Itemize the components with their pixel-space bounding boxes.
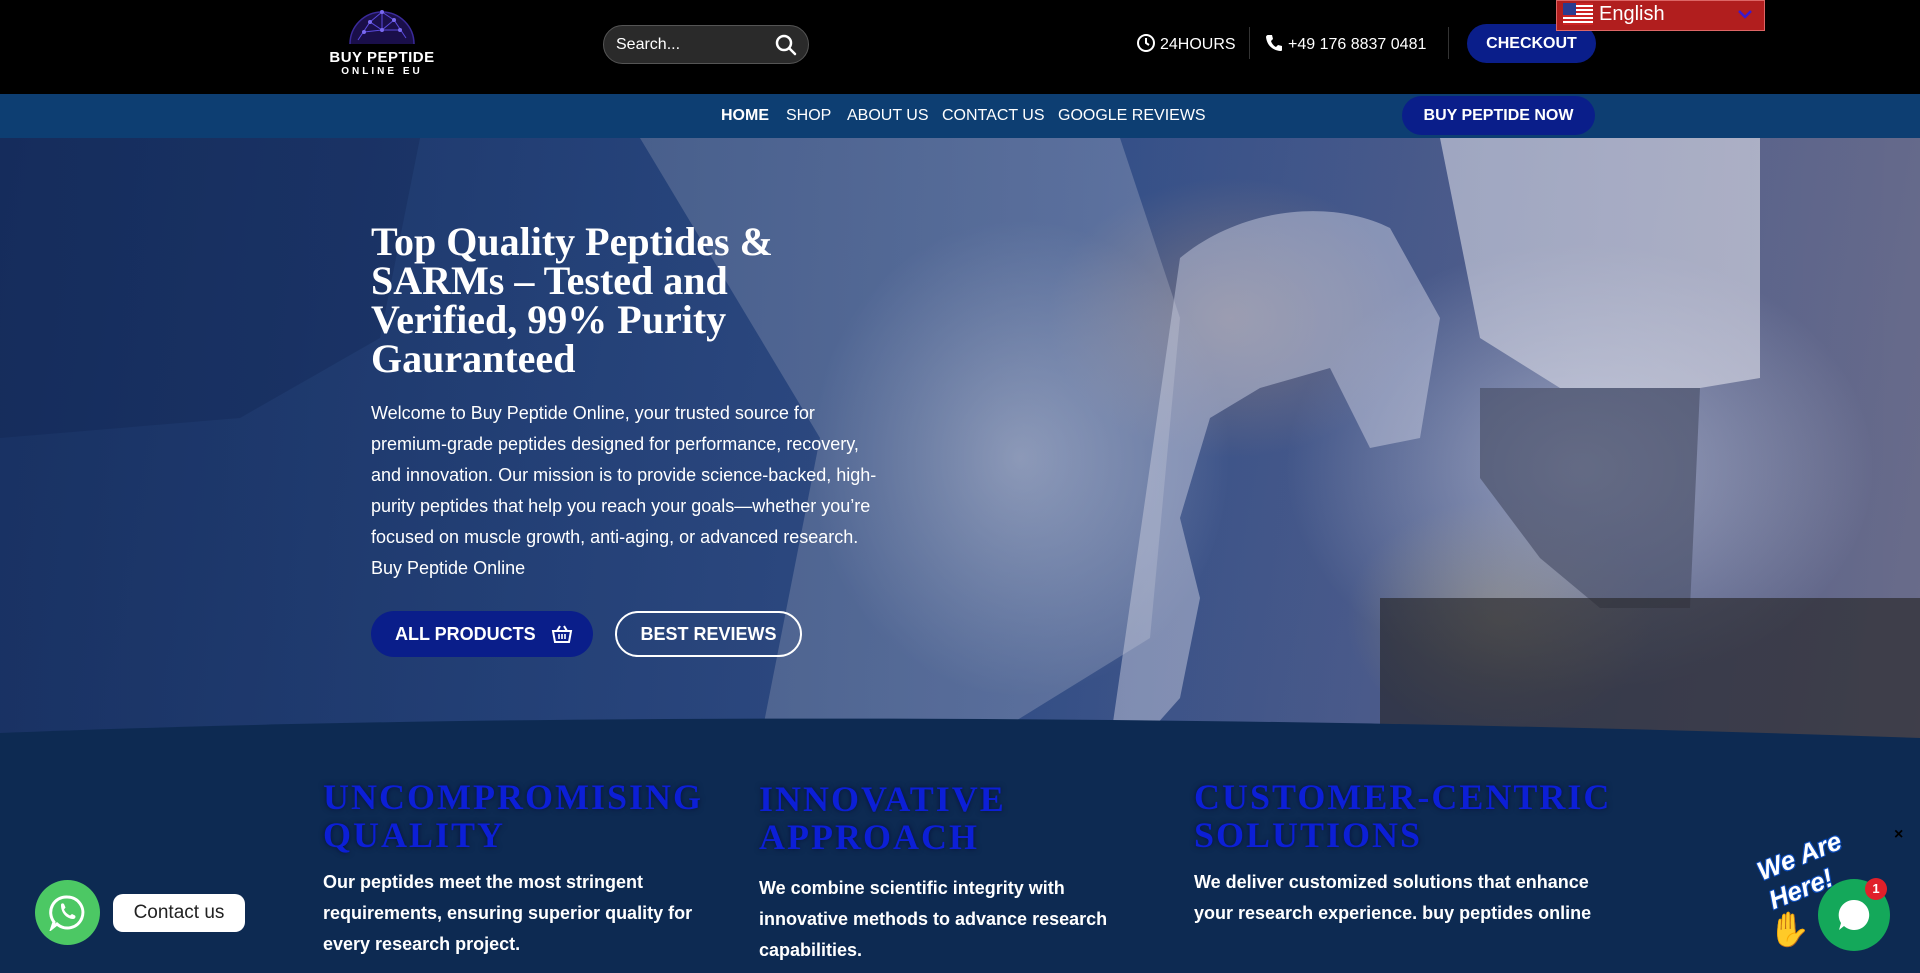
phone-icon [1266,35,1282,51]
feature-title-innovative: INNOVATIVE APPROACH [759,779,1006,857]
main-nav: HOME SHOP ABOUT US CONTACT US GOOGLE REV… [0,94,1920,138]
nav-item-about-us[interactable]: ABOUT US [847,107,929,125]
us-flag-icon [1563,3,1593,25]
hours-info: 24HOURS [1136,33,1236,54]
waving-hand-icon: ✋ [1768,910,1811,950]
clock-icon [1137,34,1155,52]
hero-title: Top Quality Peptides & SARMs – Tested an… [371,219,773,381]
hero-overlay [0,138,1920,743]
whatsapp-button[interactable] [35,880,100,945]
phone-text: +49 176 8837 0481 [1288,36,1427,53]
basket-icon [551,625,573,643]
hours-text: 24HOURS [1160,36,1236,53]
whatsapp-contact-label[interactable]: Contact us [113,894,245,932]
logo-subtitle: ONLINE EU [341,66,423,77]
divider [1448,27,1449,59]
logo-title: BUY PEPTIDE [329,49,435,66]
chat-icon [1838,899,1870,930]
nav-item-home[interactable]: HOME [721,107,769,125]
language-selector[interactable]: English [1556,0,1765,31]
divider [1249,27,1250,59]
buy-peptide-now-button[interactable]: BUY PEPTIDE NOW [1402,96,1595,135]
feature-text-quality: Our peptides meet the most stringent req… [323,872,693,954]
best-reviews-button[interactable]: BEST REVIEWS [615,611,802,657]
top-bar: BUY PEPTIDE ONLINE EU 24HOURS +49 176 88… [0,0,1920,94]
hero-description: Welcome to Buy Peptide Online, your trus… [371,403,877,578]
nav-item-shop[interactable]: SHOP [786,107,831,125]
features-section: UNCOMPROMISING QUALITY Our peptides meet… [0,743,1920,973]
feature-text-customer: We deliver customized solutions that enh… [1194,872,1592,923]
language-label: English [1599,3,1665,25]
phone-info[interactable]: +49 176 8837 0481 [1264,33,1426,54]
search-box [603,25,809,64]
search-input[interactable] [616,34,766,56]
feature-title-customer: CUSTOMER-CENTRIC SOLUTIONS [1194,777,1612,855]
site-logo[interactable]: BUY PEPTIDE ONLINE EU [326,0,438,80]
nav-item-contact-us[interactable]: CONTACT US [942,107,1045,125]
logo-network-icon [349,10,415,44]
chevron-down-icon [1738,10,1752,19]
search-icon[interactable] [774,33,798,57]
whatsapp-icon [49,895,85,931]
nav-item-google-reviews[interactable]: GOOGLE REVIEWS [1058,107,1206,125]
all-products-button[interactable]: ALL PRODUCTS [371,611,593,657]
chat-notification-badge: 1 [1865,878,1887,900]
feature-title-quality: UNCOMPROMISING QUALITY [323,777,703,855]
hero-bottom-curve [0,718,1920,743]
hero-section: Top Quality Peptides & SARMs – Tested an… [0,138,1920,743]
all-products-label: ALL PRODUCTS [395,624,536,644]
feature-text-innovative: We combine scientific integrity with inn… [759,878,1108,960]
